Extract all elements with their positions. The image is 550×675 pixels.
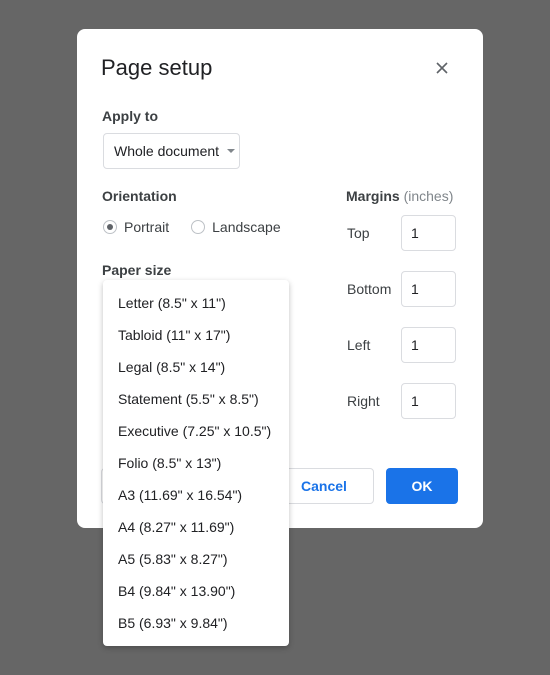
menu-item-b4[interactable]: B4 (9.84" x 13.90") bbox=[103, 575, 289, 607]
margin-top-input[interactable] bbox=[401, 215, 456, 251]
margin-right-row: Right bbox=[347, 383, 456, 419]
radio-checked-icon bbox=[103, 220, 117, 234]
paper-size-label: Paper size bbox=[102, 262, 172, 278]
radio-portrait[interactable]: Portrait bbox=[103, 219, 169, 235]
margin-left-input[interactable] bbox=[401, 327, 456, 363]
menu-item-a5[interactable]: A5 (5.83" x 8.27") bbox=[103, 543, 289, 575]
apply-to-label: Apply to bbox=[102, 108, 158, 124]
margin-top-row: Top bbox=[347, 215, 456, 251]
margin-bottom-row: Bottom bbox=[347, 271, 456, 307]
margin-bottom-label: Bottom bbox=[347, 281, 392, 297]
margin-left-label: Left bbox=[347, 337, 371, 353]
menu-item-tabloid[interactable]: Tabloid (11" x 17") bbox=[103, 319, 289, 351]
menu-item-statement[interactable]: Statement (5.5" x 8.5") bbox=[103, 383, 289, 415]
margins-label: Margins (inches) bbox=[346, 188, 453, 204]
ok-button[interactable]: OK bbox=[386, 468, 458, 504]
orientation-label: Orientation bbox=[102, 188, 177, 204]
radio-unchecked-icon bbox=[191, 220, 206, 234]
menu-item-executive[interactable]: Executive (7.25" x 10.5") bbox=[103, 415, 289, 447]
apply-to-select[interactable]: Whole document bbox=[103, 133, 240, 169]
radio-landscape[interactable]: Landscape bbox=[191, 219, 281, 235]
menu-item-legal[interactable]: Legal (8.5" x 14") bbox=[103, 351, 289, 383]
paper-size-menu: Letter (8.5" x 11") Tabloid (11" x 17") … bbox=[103, 280, 289, 646]
menu-item-b5[interactable]: B5 (6.93" x 9.84") bbox=[103, 607, 289, 639]
menu-item-folio[interactable]: Folio (8.5" x 13") bbox=[103, 447, 289, 479]
close-button[interactable] bbox=[431, 57, 453, 79]
apply-to-value: Whole document bbox=[114, 143, 220, 159]
radio-landscape-label: Landscape bbox=[212, 219, 281, 235]
close-icon bbox=[436, 62, 448, 74]
menu-item-a4[interactable]: A4 (8.27" x 11.69") bbox=[103, 511, 289, 543]
cancel-button[interactable]: Cancel bbox=[274, 468, 374, 504]
orientation-radio-group: Portrait Landscape bbox=[103, 219, 303, 235]
menu-item-letter[interactable]: Letter (8.5" x 11") bbox=[103, 287, 289, 319]
margin-right-input[interactable] bbox=[401, 383, 456, 419]
margins-unit: (inches) bbox=[403, 188, 454, 204]
margin-bottom-input[interactable] bbox=[401, 271, 456, 307]
dialog-title: Page setup bbox=[101, 55, 213, 80]
margin-right-label: Right bbox=[347, 393, 380, 409]
margins-title: Margins bbox=[346, 188, 400, 204]
radio-portrait-label: Portrait bbox=[124, 219, 170, 235]
margin-top-label: Top bbox=[347, 225, 370, 241]
dropdown-arrow-icon bbox=[227, 149, 236, 153]
menu-item-a3[interactable]: A3 (11.69" x 16.54") bbox=[103, 479, 289, 511]
margin-left-row: Left bbox=[347, 327, 456, 363]
